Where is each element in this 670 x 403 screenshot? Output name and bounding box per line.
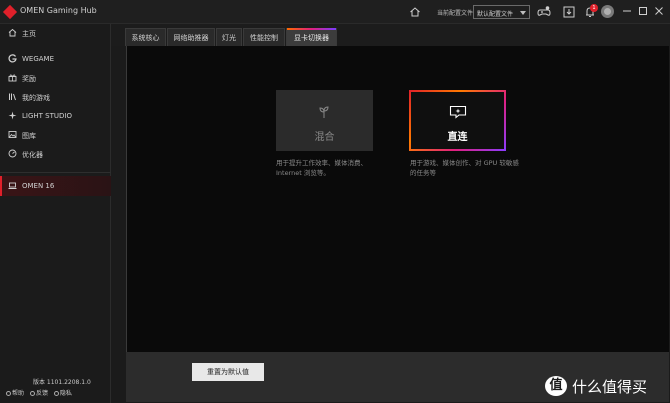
profile-select-value: 默认配置文件: [477, 11, 514, 18]
sidebar-item-label: WEGAME: [22, 55, 55, 63]
help-link[interactable]: 帮助: [6, 388, 24, 397]
sidebar-item-light-studio[interactable]: LIGHT STUDIO: [0, 107, 111, 125]
wegame-icon: [8, 54, 17, 63]
version-text: 版本 1101.2208.1.0: [33, 379, 91, 386]
sidebar-item-label: OMEN 16: [22, 182, 55, 190]
profile-label: 当前配置文件: [437, 10, 474, 17]
leaf-icon: [319, 106, 329, 118]
divider: [0, 172, 111, 173]
title-bar: OMEN Gaming Hub 当前配置文件 默认配置文件 1: [0, 0, 670, 24]
tab-network-booster[interactable]: 网络助推器: [167, 28, 215, 46]
app-title: OMEN Gaming Hub: [20, 6, 97, 15]
sidebar-item-label: 优化器: [22, 151, 43, 159]
mode-label-direct: 直连: [447, 132, 468, 143]
privacy-icon: [53, 391, 59, 396]
profile-select[interactable]: 默认配置文件: [473, 5, 530, 19]
active-tab-accent: [287, 28, 336, 30]
minimize-icon[interactable]: [620, 4, 634, 18]
sidebar: 主页 WEGAME 奖励 我的游戏 LIGHT STUDIO 图库 优化器 OM…: [0, 24, 111, 403]
sidebar-item-my-games[interactable]: 我的游戏: [0, 88, 111, 106]
tab-bar: 系统核心 网络助推器 灯光 性能控制 显卡切换器: [111, 24, 670, 46]
home-icon: [8, 28, 17, 37]
sidebar-item-label: LIGHT STUDIO: [22, 112, 72, 120]
watermark: 值 什么值得买: [545, 375, 669, 399]
sparkle-icon: [8, 111, 17, 120]
reset-defaults-button[interactable]: 重置为默认值: [192, 363, 264, 381]
sidebar-item-optimizer[interactable]: 优化器: [0, 145, 111, 163]
sidebar-item-label: 奖励: [22, 75, 36, 83]
close-icon[interactable]: [652, 4, 666, 18]
footer-links: 帮助 反馈 隐私: [6, 388, 76, 397]
chevron-down-icon: [520, 11, 526, 15]
mode-desc-mixed: 用于提升工作效率、媒体消费、Internet 浏览等。: [276, 159, 367, 177]
sidebar-item-label: 图库: [22, 132, 36, 140]
active-indicator: [0, 176, 2, 196]
mode-desc-direct: 用于游戏、媒体创作、对 GPU 较敏感的任务等: [410, 159, 519, 177]
help-icon: [6, 391, 11, 396]
notification-badge: 1: [590, 4, 598, 12]
sidebar-item-gallery[interactable]: 图库: [0, 126, 111, 144]
tab-lighting[interactable]: 灯光: [216, 28, 242, 46]
mode-card-mixed[interactable]: 混合: [276, 90, 373, 151]
feedback-icon: [29, 391, 35, 396]
laptop-icon: [8, 182, 17, 189]
sidebar-item-rewards[interactable]: 奖励: [0, 69, 111, 87]
graphics-switcher-panel: 混合 用于提升工作效率、媒体消费、Internet 浏览等。 直连 用于游戏、媒…: [126, 46, 669, 352]
avatar[interactable]: [601, 5, 614, 18]
sidebar-item-device[interactable]: OMEN 16: [0, 176, 111, 196]
optimizer-icon: [8, 149, 17, 158]
sidebar-item-label: 我的游戏: [22, 94, 50, 102]
download-icon[interactable]: [562, 5, 576, 19]
omen-logo: [2, 4, 18, 20]
gallery-icon: [8, 131, 17, 138]
tab-performance-control[interactable]: 性能控制: [243, 28, 285, 46]
monitor-sparkle-icon: [449, 105, 467, 119]
privacy-link[interactable]: 隐私: [53, 388, 72, 397]
home-icon[interactable]: [409, 6, 421, 18]
mode-card-direct[interactable]: 直连: [409, 90, 506, 151]
tab-system-core[interactable]: 系统核心: [125, 28, 166, 46]
library-icon: [9, 93, 16, 101]
sidebar-item-label: 主页: [22, 30, 36, 38]
feedback-link[interactable]: 反馈: [29, 388, 48, 397]
mode-label-mixed: 混合: [314, 132, 335, 143]
maximize-icon[interactable]: [636, 4, 650, 18]
sidebar-item-home[interactable]: 主页: [0, 24, 111, 42]
sidebar-item-wegame[interactable]: WEGAME: [0, 50, 111, 68]
watermark-badge: 值: [545, 376, 567, 396]
tab-graphics-switcher[interactable]: 显卡切换器: [286, 28, 337, 46]
watermark-text: 什么值得买: [572, 378, 648, 396]
gamepad-icon[interactable]: [537, 5, 551, 19]
gift-icon: [8, 74, 17, 82]
